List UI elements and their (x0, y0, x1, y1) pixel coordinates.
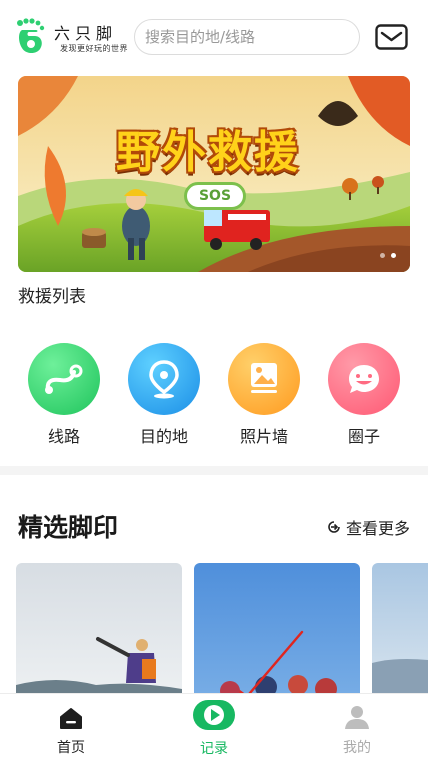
carousel-indicator (380, 253, 396, 258)
bottom-tab-bar: 首页 记录 我的 (0, 693, 428, 761)
brand-name: 六只脚 (54, 24, 118, 43)
category-label: 圈子 (347, 427, 380, 446)
banner-title: 野外救援 (116, 127, 300, 178)
tab-mine-label: 我的 (343, 740, 371, 756)
arrow-circle-icon (328, 521, 340, 533)
tab-home[interactable]: 首页 (26, 694, 116, 757)
view-more-link[interactable]: 查看更多 (326, 515, 410, 539)
app-header: 六只脚 发现更好玩的世界 (0, 0, 428, 72)
user-icon (345, 706, 369, 729)
search-bar[interactable] (134, 19, 360, 55)
home-icon (60, 708, 82, 729)
tab-home-label: 首页 (57, 740, 85, 756)
foot-logo-icon (17, 18, 45, 54)
featured-title: 精选脚印 (18, 513, 119, 542)
tab-record-label: 记录 (200, 741, 228, 757)
smile-chat-icon (328, 343, 400, 415)
tab-mine[interactable]: 我的 (312, 694, 402, 757)
tab-record[interactable]: 记录 (169, 694, 259, 758)
category-row: 线路 目的地 照片墙 圈子 (0, 343, 428, 453)
route-icon (28, 343, 100, 415)
view-more-label: 查看更多 (345, 519, 410, 538)
category-label: 目的地 (139, 427, 188, 446)
category-route[interactable]: 线路 (26, 343, 102, 447)
category-circle[interactable]: 圈子 (326, 343, 402, 447)
category-destination[interactable]: 目的地 (126, 343, 202, 447)
category-photo-wall[interactable]: 照片墙 (226, 343, 302, 447)
rescue-banner[interactable]: 野外救援 SOS (18, 76, 410, 272)
category-label: 照片墙 (239, 427, 288, 446)
section-divider (0, 466, 428, 475)
rescue-list-link[interactable]: 救援列表 (18, 282, 86, 307)
featured-photo-card[interactable] (372, 563, 428, 695)
carousel-dot-active[interactable] (391, 253, 396, 258)
featured-photos (0, 563, 428, 695)
search-input[interactable] (145, 28, 359, 46)
location-pin-icon (128, 343, 200, 415)
sos-badge: SOS (184, 182, 246, 210)
featured-photo-card[interactable] (16, 563, 182, 695)
category-label: 线路 (47, 427, 80, 446)
featured-photo-card[interactable] (194, 563, 360, 695)
photo-icon (228, 343, 300, 415)
carousel-dot[interactable] (380, 253, 385, 258)
play-record-icon (193, 700, 235, 730)
brand-slogan: 发现更好玩的世界 (60, 44, 128, 53)
message-envelope-icon[interactable] (375, 24, 408, 50)
